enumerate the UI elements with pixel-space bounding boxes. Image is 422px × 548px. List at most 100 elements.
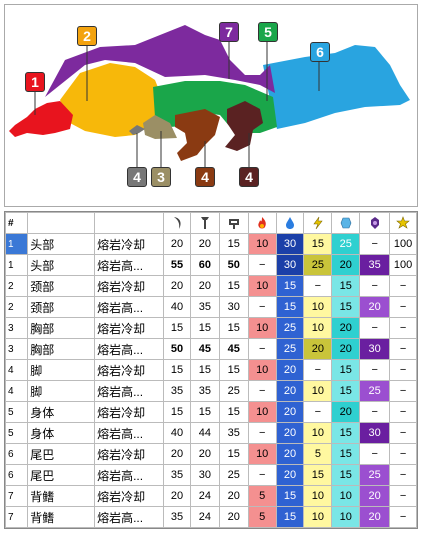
cell-pierce: 20 [189,275,220,297]
header-index[interactable]: # [4,212,29,234]
table-row[interactable]: 4 脚熔岩冷却 15 15 15 10 20−15− − [4,359,417,381]
cell-slash: 50 [163,338,191,360]
row-part: 胸部 [27,317,96,339]
row-index: 7 [4,485,29,507]
table-row[interactable]: 3 胸部 熔岩高... 50 45 45−25 20 20 30− [4,338,417,360]
table-header-row: # [4,212,417,234]
row-state: 熔岩高... [94,338,165,360]
cell-water: 20 [275,422,305,444]
row-state: 熔岩冷却 [94,485,165,507]
crush-icon[interactable] [218,212,249,234]
cell-stun: 100 [389,254,417,276]
header-state[interactable] [94,212,165,234]
cell-dragon: 25 [359,380,391,402]
table-row[interactable]: 1 头部 熔岩高... 55 60 50−30 25 20 35 100 [4,254,417,276]
cell-stun: − [389,359,417,381]
cell-thunder: 10 [303,506,333,528]
cell-stun: − [389,401,417,423]
cell-pierce: 15 [189,359,220,381]
cell-fire: − [247,254,277,276]
cell-slash: 20 [163,275,191,297]
cell-crush: 15 [218,317,249,339]
cell-crush: 15 [218,359,249,381]
row-part: 尾巴 [27,443,96,465]
cell-dragon: 20 [359,296,391,318]
row-index: 3 [4,338,29,360]
cell-dragon: 35 [359,254,391,276]
cell-water: 25 [275,338,305,360]
cell-thunder: 10 [303,380,333,402]
cell-dragon: 20 [359,506,391,528]
row-part: 身体 [27,422,96,444]
table-row[interactable]: 1 头部 熔岩冷却 20 20 15 10 30 15 25−100 [4,233,417,255]
cell-ice: 15 [331,464,361,486]
row-index: 1 [4,233,29,255]
cell-fire: − [247,464,277,486]
ice-icon[interactable] [331,212,361,234]
cell-stun: − [389,380,417,402]
cell-slash: 55 [163,254,191,276]
cell-slash: 20 [163,485,191,507]
dragon-icon[interactable] [359,212,391,234]
row-state: 熔岩冷却 [94,275,165,297]
table-row[interactable]: 2 颈部 熔岩高... 40 35 30−15 10 15 20− [4,296,417,318]
water-icon[interactable] [275,212,305,234]
cell-slash: 15 [163,317,191,339]
stun-icon[interactable] [389,212,417,234]
table-row[interactable]: 7 背鳍 熔岩高... 35 24 20 5 15 10 10 20− [4,506,417,528]
cell-ice: 20 [331,338,361,360]
cell-stun: − [389,464,417,486]
cell-slash: 15 [163,401,191,423]
cell-pierce: 24 [189,506,220,528]
table-row[interactable]: 5 身体 熔岩高... 40 44 35−20 10 15 30− [4,422,417,444]
table-row[interactable]: 5 身体 熔岩冷却 15 15 15 10 20−20− − [4,401,417,423]
row-state: 熔岩冷却 [94,401,165,423]
cell-crush: 15 [218,401,249,423]
cell-dragon: − [359,233,391,255]
label-4-back-leg: 4 [239,167,259,187]
cell-crush: 20 [218,485,249,507]
row-part: 尾巴 [27,464,96,486]
label-7: 7 [219,22,239,42]
cell-thunder: 10 [303,422,333,444]
cell-thunder: 10 [303,296,333,318]
cell-dragon: 20 [359,485,391,507]
cell-fire: − [247,422,277,444]
cell-pierce: 24 [189,485,220,507]
monster-part-diagram: 1 2 7 5 6 4 3 4 4 [4,4,418,207]
table-row[interactable]: 7 背鳍 熔岩冷却 20 24 20 5 15 10 10 20− [4,485,417,507]
cell-fire: − [247,338,277,360]
table-row[interactable]: 3 胸部 熔岩冷却 15 15 15 10 25 10 20− − [4,317,417,339]
row-index: 6 [4,464,29,486]
cell-pierce: 45 [189,338,220,360]
cell-crush: 15 [218,443,249,465]
table-row[interactable]: 6 尾巴 熔岩高... 35 30 25−20 15 15 25− [4,464,417,486]
cell-fire: − [247,296,277,318]
cell-fire: 5 [247,485,277,507]
pierce-icon[interactable] [189,212,220,234]
header-part[interactable] [27,212,96,234]
thunder-icon[interactable] [303,212,333,234]
cell-ice: 15 [331,275,361,297]
cell-thunder: 20 [303,338,333,360]
cell-thunder: − [303,275,333,297]
cell-water: 15 [275,485,305,507]
cell-water: 15 [275,296,305,318]
table-row[interactable]: 2 颈部 熔岩冷却 20 20 15 10 15−15− − [4,275,417,297]
cell-ice: 15 [331,359,361,381]
cell-fire: 10 [247,401,277,423]
cell-ice: 15 [331,296,361,318]
row-part: 头部 [27,254,96,276]
cell-slash: 20 [163,443,191,465]
cell-thunder: 15 [303,233,333,255]
cell-thunder: 10 [303,317,333,339]
row-index: 2 [4,296,29,318]
fire-icon[interactable] [247,212,277,234]
table-row[interactable]: 4 脚熔岩高... 35 35 25−20 10 15 25− [4,380,417,402]
cell-pierce: 30 [189,464,220,486]
slash-icon[interactable] [163,212,191,234]
cell-water: 15 [275,275,305,297]
table-row[interactable]: 6 尾巴 熔岩冷却 20 20 15 10 20 5 15− − [4,443,417,465]
row-state: 熔岩高... [94,296,165,318]
label-3: 3 [151,167,171,187]
